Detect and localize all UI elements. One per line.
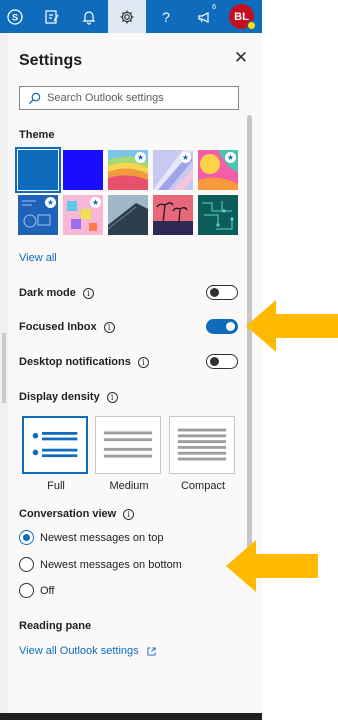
avatar[interactable]: BL [229, 4, 256, 30]
reading-pane-heading[interactable]: Reading pane [19, 620, 91, 632]
radio-label: Newest messages on bottom [40, 558, 182, 571]
help-icon[interactable]: ? [151, 0, 181, 33]
density-compact-option[interactable] [169, 416, 235, 474]
bottom-edge [0, 713, 262, 720]
view-all-settings-link[interactable]: View all Outlook settings [19, 645, 156, 657]
info-icon[interactable]: i [82, 287, 94, 299]
radio-newest-on-bottom[interactable]: Newest messages on bottom [19, 557, 182, 572]
star-icon: ★ [90, 197, 101, 208]
info-icon[interactable]: i [106, 391, 118, 403]
toggle-knob [226, 322, 235, 331]
info-icon[interactable]: i [123, 508, 135, 520]
search-icon [28, 92, 41, 104]
toggle-knob [210, 288, 219, 297]
radio-circle [19, 583, 34, 598]
star-icon: ★ [180, 152, 191, 163]
theme-circuit[interactable] [198, 195, 238, 235]
density-full-label: Full [47, 480, 65, 492]
avatar-initials: BL [234, 10, 249, 23]
radio-label: Newest messages on top [40, 531, 164, 544]
dark-mode-label: Dark mode i [19, 287, 94, 299]
annotation-arrow-focused-inbox [246, 300, 338, 352]
open-external-icon [147, 646, 156, 656]
density-compact-label: Compact [180, 480, 226, 492]
display-density-text: Display density [19, 391, 100, 403]
theme-palm-pink[interactable]: ★ [198, 150, 238, 190]
radio-off[interactable]: Off [19, 583, 54, 598]
density-medium-option[interactable] [95, 416, 161, 474]
theme-pastel[interactable]: ★ [153, 150, 193, 190]
my-day-icon[interactable] [37, 0, 67, 33]
view-all-settings-text: View all Outlook settings [19, 645, 139, 657]
desktop-notifications-text: Desktop notifications [19, 356, 131, 368]
density-full-option[interactable] [22, 416, 88, 474]
theme-blueprint[interactable]: ★ [18, 195, 58, 235]
dark-mode-text: Dark mode [19, 287, 76, 299]
star-icon: ★ [225, 152, 236, 163]
radio-label: Off [40, 584, 55, 597]
svg-text:?: ? [162, 9, 170, 25]
theme-rooftop[interactable] [108, 195, 148, 235]
view-all-themes-link[interactable]: View all [19, 252, 57, 264]
top-bar: S ? 6 BL [0, 0, 262, 33]
theme-palm-sunset[interactable] [153, 195, 193, 235]
theme-violet[interactable] [63, 150, 103, 190]
conversation-view-text: Conversation view [19, 508, 117, 520]
theme-blue[interactable] [15, 147, 61, 193]
desktop-notifications-toggle[interactable] [206, 354, 238, 369]
radio-newest-on-top[interactable]: Newest messages on top [19, 530, 164, 545]
search-box[interactable] [19, 86, 239, 110]
radio-circle [19, 557, 34, 572]
focused-inbox-text: Focused Inbox [19, 321, 97, 333]
left-scrollbar-thumb[interactable] [2, 333, 6, 403]
info-icon[interactable]: i [103, 321, 115, 333]
megaphone-icon[interactable]: 6 [190, 0, 220, 33]
desktop-notifications-label: Desktop notifications i [19, 356, 149, 368]
focused-inbox-label: Focused Inbox i [19, 321, 115, 333]
skype-icon[interactable]: S [0, 0, 30, 33]
presence-indicator [247, 21, 256, 30]
conversation-view-label: Conversation view i [19, 508, 135, 520]
left-scroll-strip [0, 33, 8, 720]
gear-icon[interactable] [108, 0, 146, 33]
annotation-arrow-conversation-view [226, 540, 318, 592]
search-input[interactable] [47, 92, 227, 104]
close-icon[interactable]: ✕ [233, 49, 249, 66]
theme-cubes[interactable]: ★ [63, 195, 103, 235]
toggle-knob [210, 357, 219, 366]
star-icon: ★ [45, 197, 56, 208]
density-medium-label: Medium [109, 480, 149, 492]
theme-rainbow[interactable]: ★ [108, 150, 148, 190]
display-density-label: Display density i [19, 391, 118, 403]
info-icon[interactable]: i [137, 356, 149, 368]
star-icon: ★ [135, 152, 146, 163]
theme-heading: Theme [19, 129, 55, 141]
bell-icon[interactable] [74, 0, 104, 33]
radio-circle [19, 530, 34, 545]
focused-inbox-toggle[interactable] [206, 319, 238, 334]
settings-title: Settings [19, 52, 83, 69]
svg-text:S: S [12, 12, 18, 22]
dark-mode-toggle[interactable] [206, 285, 238, 300]
whats-new-count: 6 [212, 4, 216, 11]
